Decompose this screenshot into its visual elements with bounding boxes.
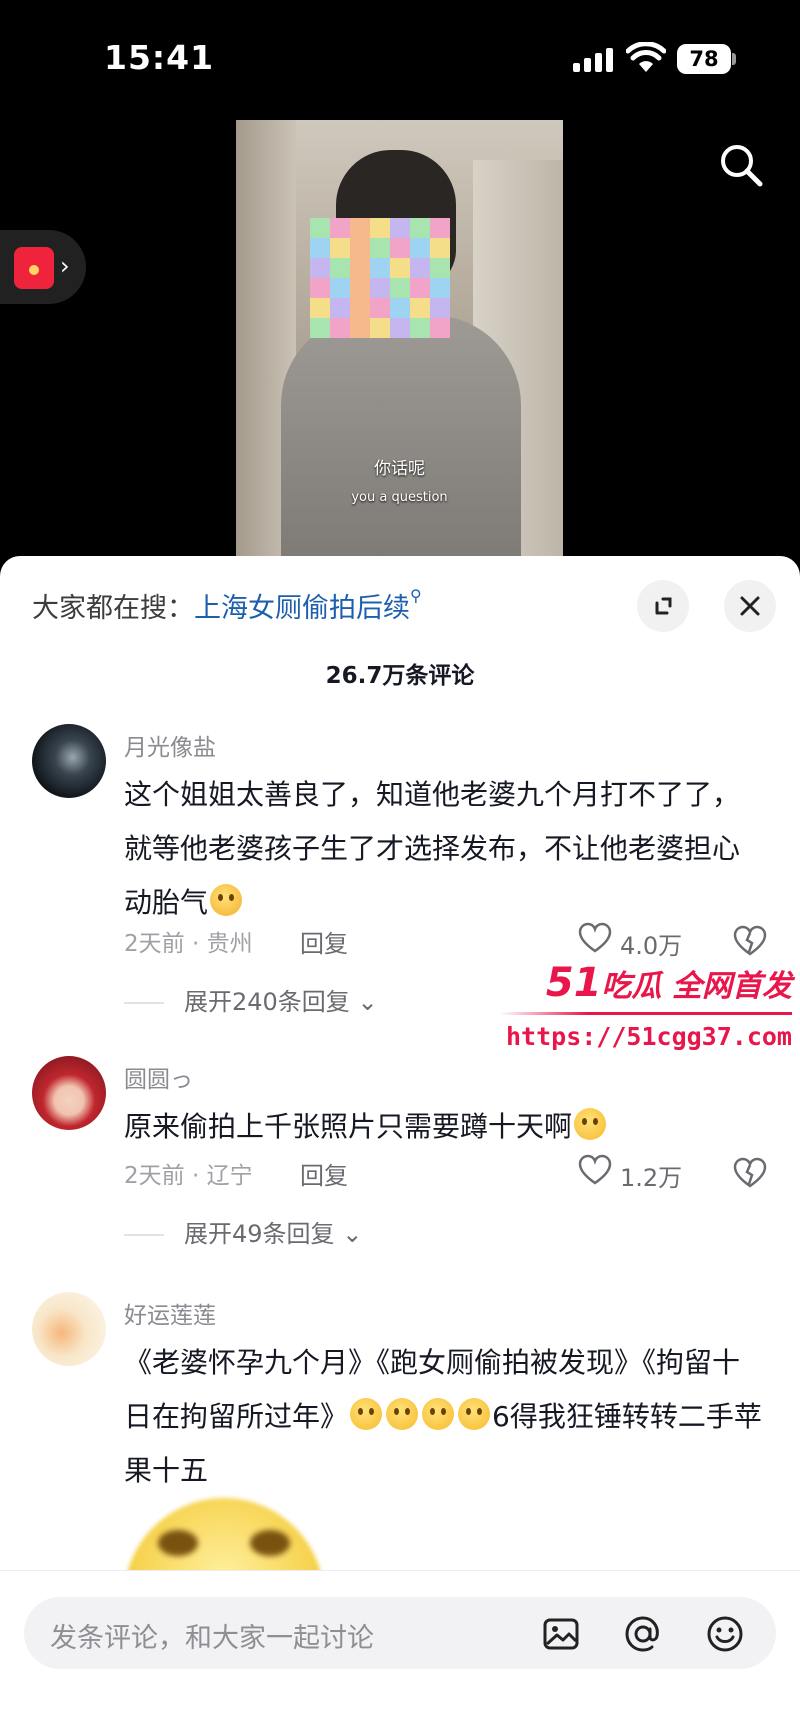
watermark-brand-text: 吃瓜 全网首发	[601, 969, 792, 1004]
broken-heart-icon[interactable]	[733, 1156, 767, 1190]
video-subtitle-chinese: 你话呢	[374, 459, 425, 479]
search-hint-link[interactable]: 上海女厕偷拍后续	[194, 593, 410, 624]
comment-input[interactable]: 发条评论，和大家一起讨论	[24, 1597, 776, 1669]
laughing-emoji-icon	[422, 1398, 455, 1430]
laughing-emoji-icon	[458, 1398, 491, 1430]
search-icon[interactable]	[716, 140, 766, 190]
search-small-icon: ⚲	[410, 586, 422, 605]
comment-text: 这个姐姐太善良了，知道他老婆九个月打不了了，就等他老婆孩子生了才选择发布，不让他…	[124, 768, 764, 930]
trending-search-hint[interactable]: 大家都在搜：上海女厕偷拍后续⚲	[32, 586, 422, 625]
expand-replies-button[interactable]: 展开49条回复 ⌄	[124, 1214, 362, 1249]
wifi-icon	[626, 42, 666, 72]
chevron-right-icon: ›	[60, 252, 70, 280]
expand-panel-button[interactable]	[637, 580, 689, 632]
close-panel-button[interactable]	[724, 580, 776, 632]
laughing-emoji-icon	[386, 1398, 419, 1430]
expand-icon	[655, 597, 672, 615]
laughing-emoji-icon	[350, 1398, 383, 1430]
chevron-down-icon: ⌄	[357, 988, 378, 1016]
comment-author[interactable]: 月光像盐	[124, 728, 216, 762]
status-time: 15:41	[104, 38, 215, 77]
sticker-eye	[158, 1530, 198, 1556]
watermark: 51吃瓜 全网首发 https://51cgg37.com	[500, 960, 800, 1070]
emoji-icon[interactable]	[706, 1615, 744, 1653]
comment-text-body: 原来偷拍上千张照片只需要蹲十天啊	[124, 1110, 573, 1143]
sticker-eye	[250, 1530, 290, 1556]
comment-input-placeholder: 发条评论，和大家一起讨论	[50, 1623, 374, 1654]
comment-panel: 大家都在搜：上海女厕偷拍后续⚲ 26.7万条评论 月光像盐 这个姐姐太善良了，知…	[0, 556, 800, 1735]
watermark-line	[500, 1012, 792, 1015]
comment-count: 26.7万条评论	[325, 663, 475, 689]
watermark-url: https://51cgg37.com	[506, 1022, 792, 1051]
expand-replies-button[interactable]: 展开240条回复 ⌄	[124, 982, 378, 1017]
close-icon	[740, 596, 760, 616]
red-packet-button[interactable]: ›	[0, 230, 86, 304]
at-mention-icon[interactable]	[624, 1615, 662, 1653]
watermark-brand: 51吃瓜 全网首发	[546, 960, 792, 1006]
smile-emoji-icon	[574, 1108, 607, 1140]
like-count: 4.0万	[620, 932, 683, 960]
heart-icon	[578, 922, 612, 953]
person-body	[281, 315, 521, 560]
avatar[interactable]	[32, 1292, 106, 1366]
status-bar: 15:41 78	[0, 0, 800, 110]
battery-level: 78	[677, 44, 731, 74]
like-button[interactable]: 1.2万	[578, 1154, 698, 1194]
comment-author[interactable]: 好运莲莲	[124, 1296, 216, 1330]
video-player[interactable]: 你话呢 you a question	[236, 120, 563, 560]
battery-tip	[732, 53, 736, 65]
red-envelope-icon	[14, 247, 54, 289]
like-count: 1.2万	[620, 1164, 683, 1192]
heart-icon	[578, 1154, 612, 1185]
chevron-down-icon: ⌄	[342, 1220, 363, 1248]
comment-meta: 2天前 · 辽宁	[124, 1163, 253, 1189]
watermark-brand-number: 51	[545, 960, 602, 1006]
expand-replies-label: 展开240条回复	[184, 988, 350, 1016]
video-subtitle-english: you a question	[351, 490, 448, 505]
search-hint-prefix: 大家都在搜：	[32, 593, 194, 624]
comment-meta: 2天前 · 贵州	[124, 931, 253, 957]
avatar[interactable]	[32, 724, 106, 798]
avatar[interactable]	[32, 1056, 106, 1130]
comment-author[interactable]: 圆圆っ	[124, 1060, 193, 1094]
image-icon[interactable]	[542, 1615, 580, 1653]
reply-button[interactable]: 回复	[300, 1156, 348, 1191]
comment-text: 原来偷拍上千张照片只需要蹲十天啊	[124, 1100, 764, 1154]
broken-heart-icon[interactable]	[733, 924, 767, 958]
comment-text: 《老婆怀孕九个月》《跑女厕偷拍被发现》《拘留十日在拘留所过年》 6得我狂锤转转二手…	[124, 1336, 764, 1498]
crying-emoji-icon	[210, 884, 243, 916]
cellular-signal-icon	[573, 48, 615, 72]
expand-replies-label: 展开49条回复	[184, 1220, 335, 1248]
like-button[interactable]: 4.0万	[578, 922, 698, 962]
reply-button[interactable]: 回复	[300, 924, 348, 959]
face-mosaic	[310, 218, 450, 338]
comment-input-bar: 发条评论，和大家一起讨论	[0, 1570, 800, 1735]
